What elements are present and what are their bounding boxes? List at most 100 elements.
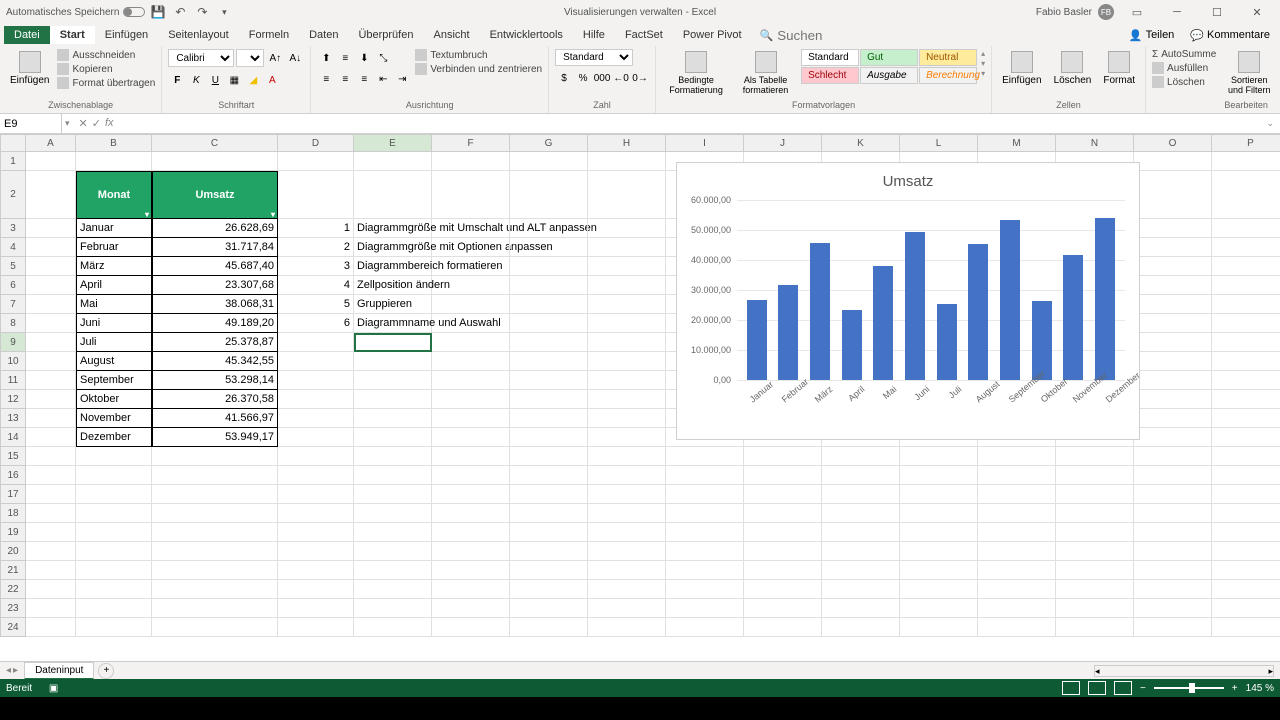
cell-D13[interactable] (278, 409, 354, 428)
cell-G3[interactable] (510, 219, 588, 238)
style-schlecht[interactable]: Schlecht (801, 67, 859, 84)
cell-E15[interactable] (354, 447, 432, 466)
zoom-slider[interactable] (1154, 687, 1224, 689)
cell-F12[interactable] (432, 390, 510, 409)
cell-H19[interactable] (588, 523, 666, 542)
ribbon-options-icon[interactable]: ▭ (1120, 2, 1154, 22)
align-right-icon[interactable]: ≡ (355, 70, 373, 88)
cell-N16[interactable] (1056, 466, 1134, 485)
cell-P19[interactable] (1212, 523, 1280, 542)
cell-J24[interactable] (744, 618, 822, 637)
cell-F1[interactable] (432, 152, 510, 171)
cell-M24[interactable] (978, 618, 1056, 637)
font-color-button[interactable]: A (263, 71, 281, 89)
tab-powerpivot[interactable]: Power Pivot (673, 26, 752, 44)
cell-O4[interactable] (1134, 238, 1212, 257)
cell-G23[interactable] (510, 599, 588, 618)
cell-C16[interactable] (152, 466, 278, 485)
cell-K24[interactable] (822, 618, 900, 637)
cell-E7[interactable]: Gruppieren (354, 295, 432, 314)
cell-E17[interactable] (354, 485, 432, 504)
autosum-button[interactable]: ΣAutoSumme (1152, 49, 1216, 60)
col-header-P[interactable]: P (1212, 134, 1280, 152)
view-normal-icon[interactable] (1062, 681, 1080, 695)
cell-E19[interactable] (354, 523, 432, 542)
view-layout-icon[interactable] (1088, 681, 1106, 695)
cell-C21[interactable] (152, 561, 278, 580)
cell-H10[interactable] (588, 352, 666, 371)
cell-C5[interactable]: 45.687,40 (152, 257, 278, 276)
cell-N22[interactable] (1056, 580, 1134, 599)
cell-J20[interactable] (744, 542, 822, 561)
cell-I18[interactable] (666, 504, 744, 523)
cell-H3[interactable] (588, 219, 666, 238)
search-input[interactable] (773, 27, 958, 44)
decrease-font-icon[interactable]: A↓ (286, 49, 304, 67)
cell-O12[interactable] (1134, 390, 1212, 409)
cell-A5[interactable] (26, 257, 76, 276)
style-gut[interactable]: Gut (860, 49, 918, 66)
cell-B14[interactable]: Dezember (76, 428, 152, 447)
cell-K23[interactable] (822, 599, 900, 618)
cell-I23[interactable] (666, 599, 744, 618)
cell-B2[interactable]: Monat (76, 171, 152, 219)
cell-D14[interactable] (278, 428, 354, 447)
increase-font-icon[interactable]: A↑ (266, 49, 284, 67)
cell-H16[interactable] (588, 466, 666, 485)
cell-F23[interactable] (432, 599, 510, 618)
cell-E4[interactable]: Diagrammgröße mit Optionen anpassen (354, 238, 432, 257)
cell-K16[interactable] (822, 466, 900, 485)
cell-O14[interactable] (1134, 428, 1212, 447)
merge-button[interactable]: Verbinden und zentrieren (415, 63, 542, 75)
cut-button[interactable]: Ausschneiden (57, 49, 155, 61)
user-name[interactable]: Fabio Basler (1036, 7, 1092, 18)
cell-P10[interactable] (1212, 352, 1280, 371)
bar-Mai[interactable] (873, 266, 893, 380)
row-header-22[interactable]: 22 (0, 580, 26, 599)
cell-E11[interactable] (354, 371, 432, 390)
cell-O18[interactable] (1134, 504, 1212, 523)
style-berechnung[interactable]: Berechnung (919, 67, 977, 84)
row-header-16[interactable]: 16 (0, 466, 26, 485)
row-header-15[interactable]: 15 (0, 447, 26, 466)
cell-O15[interactable] (1134, 447, 1212, 466)
decrease-decimal-icon[interactable]: 0→ (631, 69, 649, 87)
cell-D5[interactable]: 3 (278, 257, 354, 276)
row-header-11[interactable]: 11 (0, 371, 26, 390)
cell-A24[interactable] (26, 618, 76, 637)
cell-D1[interactable] (278, 152, 354, 171)
indent-decrease-icon[interactable]: ⇤ (374, 70, 392, 88)
formula-expand-icon[interactable]: ⌄ (1260, 118, 1280, 129)
cell-C13[interactable]: 41.566,97 (152, 409, 278, 428)
cell-P20[interactable] (1212, 542, 1280, 561)
cell-A20[interactable] (26, 542, 76, 561)
view-pagebreak-icon[interactable] (1114, 681, 1132, 695)
cell-E22[interactable] (354, 580, 432, 599)
cell-B1[interactable] (76, 152, 152, 171)
cell-F13[interactable] (432, 409, 510, 428)
cell-K22[interactable] (822, 580, 900, 599)
cell-A13[interactable] (26, 409, 76, 428)
name-box-input[interactable] (4, 118, 57, 130)
cell-P15[interactable] (1212, 447, 1280, 466)
cell-N15[interactable] (1056, 447, 1134, 466)
tab-formulas[interactable]: Formeln (239, 26, 299, 44)
cell-G16[interactable] (510, 466, 588, 485)
align-left-icon[interactable]: ≡ (317, 70, 335, 88)
cell-G12[interactable] (510, 390, 588, 409)
cell-J18[interactable] (744, 504, 822, 523)
cell-E9[interactable] (354, 333, 432, 352)
col-header-F[interactable]: F (432, 134, 510, 152)
tab-factset[interactable]: FactSet (615, 26, 673, 44)
avatar[interactable]: FB (1098, 4, 1114, 20)
cell-M22[interactable] (978, 580, 1056, 599)
cell-G22[interactable] (510, 580, 588, 599)
row-header-20[interactable]: 20 (0, 542, 26, 561)
cell-D8[interactable]: 6 (278, 314, 354, 333)
col-header-L[interactable]: L (900, 134, 978, 152)
cell-M21[interactable] (978, 561, 1056, 580)
cell-B21[interactable] (76, 561, 152, 580)
autosave-toggle[interactable]: Automatisches Speichern (6, 7, 145, 18)
cell-P9[interactable] (1212, 333, 1280, 352)
style-neutral[interactable]: Neutral (919, 49, 977, 66)
